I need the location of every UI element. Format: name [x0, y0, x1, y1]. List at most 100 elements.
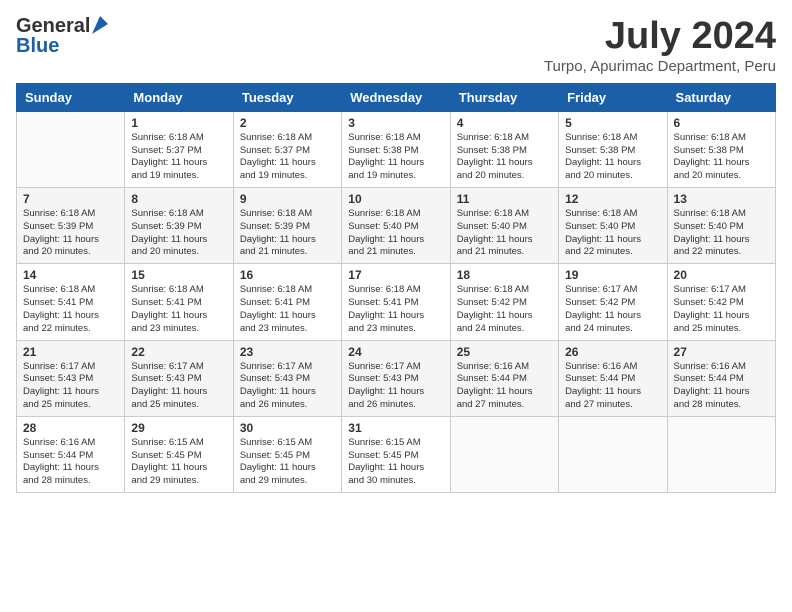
- calendar-cell: 1 Sunrise: 6:18 AM Sunset: 5:37 PM Daylig…: [125, 111, 233, 187]
- calendar-cell: [17, 111, 125, 187]
- day-number: 9: [240, 192, 335, 206]
- calendar-header-row: SundayMondayTuesdayWednesdayThursdayFrid…: [17, 83, 776, 111]
- day-number: 16: [240, 268, 335, 282]
- location-title: Turpo, Apurimac Department, Peru: [544, 58, 776, 75]
- cell-info: Sunrise: 6:18 AM Sunset: 5:41 PM Dayligh…: [240, 284, 335, 335]
- cell-info: Sunrise: 6:18 AM Sunset: 5:37 PM Dayligh…: [240, 132, 335, 183]
- cell-info: Sunrise: 6:17 AM Sunset: 5:43 PM Dayligh…: [23, 361, 118, 412]
- calendar-cell: 20 Sunrise: 6:17 AM Sunset: 5:42 PM Dayli…: [667, 264, 775, 340]
- day-number: 5: [565, 116, 660, 130]
- calendar-cell: 12Sunrise: 6:18 AM Sunset: 5:40 PM Dayli…: [559, 188, 667, 264]
- day-number: 23: [240, 345, 335, 359]
- day-number: 30: [240, 421, 335, 435]
- cell-info: Sunrise: 6:16 AM Sunset: 5:44 PM Dayligh…: [23, 437, 118, 488]
- calendar-cell: 26 Sunrise: 6:16 AM Sunset: 5:44 PM Dayli…: [559, 340, 667, 416]
- day-of-week-header: Thursday: [450, 83, 558, 111]
- calendar-cell: 6 Sunrise: 6:18 AM Sunset: 5:38 PM Daylig…: [667, 111, 775, 187]
- cell-info: Sunrise: 6:18 AM Sunset: 5:39 PM Dayligh…: [23, 208, 118, 259]
- calendar-cell: 7 Sunrise: 6:18 AM Sunset: 5:39 PM Daylig…: [17, 188, 125, 264]
- title-area: July 2024 Turpo, Apurimac Department, Pe…: [544, 16, 776, 75]
- day-number: 29: [131, 421, 226, 435]
- calendar-cell: 29 Sunrise: 6:15 AM Sunset: 5:45 PM Dayli…: [125, 416, 233, 492]
- day-number: 24: [348, 345, 443, 359]
- day-number: 8: [131, 192, 226, 206]
- day-number: 7: [23, 192, 118, 206]
- cell-info: Sunrise: 6:18 AM Sunset: 5:41 PM Dayligh…: [348, 284, 443, 335]
- calendar-cell: 17 Sunrise: 6:18 AM Sunset: 5:41 PM Dayli…: [342, 264, 450, 340]
- logo-general: General: [16, 16, 90, 36]
- cell-info: Sunrise: 6:16 AM Sunset: 5:44 PM Dayligh…: [565, 361, 660, 412]
- calendar-cell: 10 Sunrise: 6:18 AM Sunset: 5:40 PM Dayli…: [342, 188, 450, 264]
- calendar-cell: 25 Sunrise: 6:16 AM Sunset: 5:44 PM Dayli…: [450, 340, 558, 416]
- cell-info: Sunrise: 6:18 AM Sunset: 5:40 PM Dayligh…: [457, 208, 552, 259]
- logo-blue: Blue: [16, 36, 59, 56]
- day-of-week-header: Wednesday: [342, 83, 450, 111]
- cell-info: Sunrise: 6:18 AM Sunset: 5:40 PM Dayligh…: [565, 208, 660, 259]
- day-number: 6: [674, 116, 769, 130]
- day-number: 25: [457, 345, 552, 359]
- cell-info: Sunrise: 6:17 AM Sunset: 5:42 PM Dayligh…: [674, 284, 769, 335]
- day-number: 28: [23, 421, 118, 435]
- day-number: 11: [457, 192, 552, 206]
- day-number: 20: [674, 268, 769, 282]
- cell-info: Sunrise: 6:16 AM Sunset: 5:44 PM Dayligh…: [674, 361, 769, 412]
- calendar-cell: 2Sunrise: 6:18 AM Sunset: 5:37 PM Daylig…: [233, 111, 341, 187]
- calendar-cell: 9 Sunrise: 6:18 AM Sunset: 5:39 PM Daylig…: [233, 188, 341, 264]
- cell-info: Sunrise: 6:15 AM Sunset: 5:45 PM Dayligh…: [348, 437, 443, 488]
- calendar-cell: 15 Sunrise: 6:18 AM Sunset: 5:41 PM Dayli…: [125, 264, 233, 340]
- cell-info: Sunrise: 6:18 AM Sunset: 5:40 PM Dayligh…: [348, 208, 443, 259]
- calendar-cell: 4Sunrise: 6:18 AM Sunset: 5:38 PM Daylig…: [450, 111, 558, 187]
- day-of-week-header: Sunday: [17, 83, 125, 111]
- calendar-cell: 13Sunrise: 6:18 AM Sunset: 5:40 PM Dayli…: [667, 188, 775, 264]
- day-of-week-header: Tuesday: [233, 83, 341, 111]
- header: General Blue July 2024 Turpo, Apurimac D…: [16, 16, 776, 75]
- calendar-cell: 5 Sunrise: 6:18 AM Sunset: 5:38 PM Daylig…: [559, 111, 667, 187]
- logo-bird-icon: [92, 16, 108, 34]
- cell-info: Sunrise: 6:18 AM Sunset: 5:41 PM Dayligh…: [23, 284, 118, 335]
- calendar-cell: 24 Sunrise: 6:17 AM Sunset: 5:43 PM Dayli…: [342, 340, 450, 416]
- day-number: 19: [565, 268, 660, 282]
- calendar-cell: [667, 416, 775, 492]
- calendar-cell: 11 Sunrise: 6:18 AM Sunset: 5:40 PM Dayli…: [450, 188, 558, 264]
- cell-info: Sunrise: 6:17 AM Sunset: 5:43 PM Dayligh…: [348, 361, 443, 412]
- day-of-week-header: Monday: [125, 83, 233, 111]
- cell-info: Sunrise: 6:18 AM Sunset: 5:37 PM Dayligh…: [131, 132, 226, 183]
- calendar-cell: 18Sunrise: 6:18 AM Sunset: 5:42 PM Dayli…: [450, 264, 558, 340]
- cell-info: Sunrise: 6:18 AM Sunset: 5:42 PM Dayligh…: [457, 284, 552, 335]
- cell-info: Sunrise: 6:18 AM Sunset: 5:38 PM Dayligh…: [565, 132, 660, 183]
- calendar-cell: [559, 416, 667, 492]
- day-number: 22: [131, 345, 226, 359]
- day-of-week-header: Saturday: [667, 83, 775, 111]
- cell-info: Sunrise: 6:15 AM Sunset: 5:45 PM Dayligh…: [131, 437, 226, 488]
- cell-info: Sunrise: 6:18 AM Sunset: 5:41 PM Dayligh…: [131, 284, 226, 335]
- day-number: 1: [131, 116, 226, 130]
- cell-info: Sunrise: 6:17 AM Sunset: 5:43 PM Dayligh…: [240, 361, 335, 412]
- cell-info: Sunrise: 6:16 AM Sunset: 5:44 PM Dayligh…: [457, 361, 552, 412]
- day-number: 26: [565, 345, 660, 359]
- calendar-cell: 3Sunrise: 6:18 AM Sunset: 5:38 PM Daylig…: [342, 111, 450, 187]
- day-number: 15: [131, 268, 226, 282]
- day-of-week-header: Friday: [559, 83, 667, 111]
- calendar-cell: 31Sunrise: 6:15 AM Sunset: 5:45 PM Dayli…: [342, 416, 450, 492]
- day-number: 21: [23, 345, 118, 359]
- day-number: 13: [674, 192, 769, 206]
- calendar-cell: 30 Sunrise: 6:15 AM Sunset: 5:45 PM Dayli…: [233, 416, 341, 492]
- day-number: 27: [674, 345, 769, 359]
- calendar-cell: 16 Sunrise: 6:18 AM Sunset: 5:41 PM Dayli…: [233, 264, 341, 340]
- calendar-cell: [450, 416, 558, 492]
- calendar-cell: 27 Sunrise: 6:16 AM Sunset: 5:44 PM Dayli…: [667, 340, 775, 416]
- day-number: 3: [348, 116, 443, 130]
- cell-info: Sunrise: 6:15 AM Sunset: 5:45 PM Dayligh…: [240, 437, 335, 488]
- calendar-cell: 14 Sunrise: 6:18 AM Sunset: 5:41 PM Dayli…: [17, 264, 125, 340]
- logo: General Blue: [16, 16, 108, 56]
- cell-info: Sunrise: 6:18 AM Sunset: 5:39 PM Dayligh…: [131, 208, 226, 259]
- calendar-cell: 8 Sunrise: 6:18 AM Sunset: 5:39 PM Daylig…: [125, 188, 233, 264]
- day-number: 10: [348, 192, 443, 206]
- cell-info: Sunrise: 6:18 AM Sunset: 5:38 PM Dayligh…: [674, 132, 769, 183]
- day-number: 17: [348, 268, 443, 282]
- cell-info: Sunrise: 6:18 AM Sunset: 5:39 PM Dayligh…: [240, 208, 335, 259]
- calendar-table: SundayMondayTuesdayWednesdayThursdayFrid…: [16, 83, 776, 493]
- cell-info: Sunrise: 6:18 AM Sunset: 5:38 PM Dayligh…: [457, 132, 552, 183]
- day-number: 14: [23, 268, 118, 282]
- cell-info: Sunrise: 6:17 AM Sunset: 5:42 PM Dayligh…: [565, 284, 660, 335]
